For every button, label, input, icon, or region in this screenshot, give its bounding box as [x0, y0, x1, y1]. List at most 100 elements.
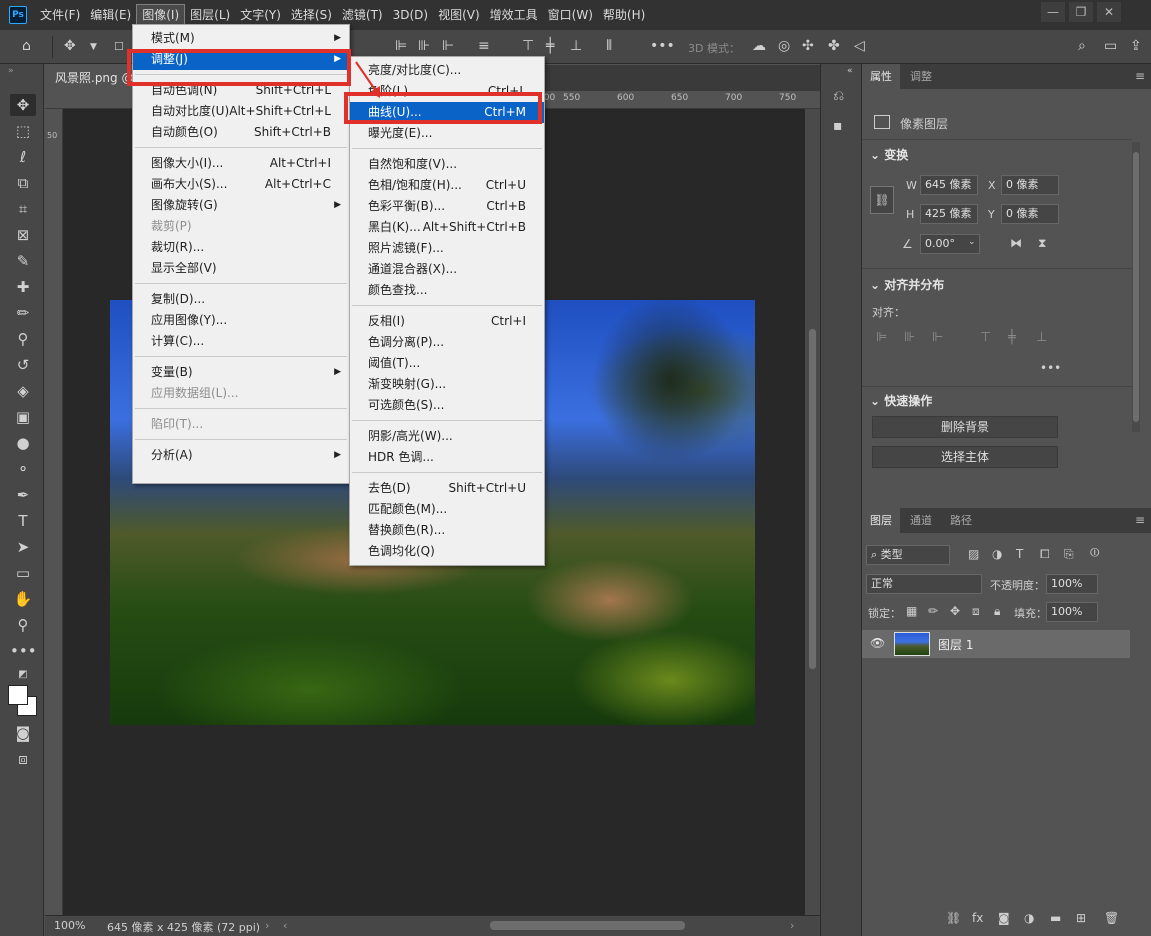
auto-select-checkbox-icon[interactable]: ☐ — [114, 40, 124, 53]
transform-section-title[interactable]: ⌄ 变换 — [870, 146, 908, 163]
adjust-menu-item[interactable]: 照片滤镜(F)... — [350, 238, 544, 259]
menu-edit[interactable]: 编辑(E) — [85, 4, 136, 26]
adjust-menu-item[interactable]: 阴影/高光(W)... — [350, 426, 544, 447]
adjust-menu-item[interactable]: 色彩平衡(B)... Ctrl+B — [350, 196, 544, 217]
filter-type-icon[interactable]: T — [1016, 547, 1023, 561]
distribute-vertical-icon[interactable]: ⦀ — [606, 38, 612, 54]
properties-scrollbar[interactable] — [1132, 142, 1140, 432]
image-menu-item[interactable]: 图像旋转(G) ▶ — [133, 195, 349, 216]
align-center-icon[interactable]: ⊪ — [418, 38, 430, 54]
tab-layers[interactable]: 图层 — [862, 508, 900, 533]
image-menu-item[interactable]: 模式(M) ▶ — [133, 28, 349, 49]
filter-pixel-icon[interactable]: ▨ — [968, 547, 979, 561]
image-menu-item[interactable]: 显示全部(V) — [133, 258, 349, 279]
flip-horizontal-icon[interactable]: ⧓ — [1010, 236, 1022, 250]
more-options-icon[interactable]: ••• — [650, 38, 675, 54]
minimize-icon[interactable]: — — [1041, 2, 1065, 22]
chevron-down-icon[interactable]: ⌄ — [968, 237, 976, 247]
image-menu-item[interactable]: 复制(D)... — [133, 289, 349, 310]
adjust-menu-item[interactable]: 渐变映射(G)... — [350, 374, 544, 395]
blur-tool-icon[interactable]: ● — [10, 432, 36, 454]
lasso-tool-icon[interactable]: ℓ — [10, 146, 36, 168]
default-colors-icon[interactable]: ◩ — [10, 664, 36, 686]
select-subject-button[interactable]: 选择主体 — [872, 446, 1058, 468]
close-icon[interactable]: ✕ — [1097, 2, 1121, 22]
x-input[interactable]: 0 像素 — [1001, 175, 1059, 195]
vertical-scrollbar[interactable] — [805, 109, 820, 915]
align-left-icon[interactable]: ⊫ — [876, 330, 887, 345]
hand-tool-icon[interactable]: ✋ — [10, 588, 36, 610]
image-menu-item[interactable]: 分析(A) ▶ — [133, 445, 349, 466]
menu-filter[interactable]: 滤镜(T) — [337, 4, 388, 26]
lock-artboard-icon[interactable]: ⧈ — [972, 604, 980, 619]
3d-pan-icon[interactable]: ✣ — [802, 38, 814, 54]
link-icon[interactable]: ⛓ — [870, 186, 894, 214]
align-middle-icon[interactable]: ╪ — [546, 38, 554, 54]
visibility-eye-icon[interactable]: 👁︎ — [870, 636, 885, 650]
align-bottom-icon[interactable]: ⊥ — [1036, 330, 1047, 345]
eraser-tool-icon[interactable]: ◈ — [10, 380, 36, 402]
layer-row[interactable]: 👁︎ 图层 1 — [862, 630, 1130, 658]
edit-toolbar-icon[interactable]: ••• — [10, 640, 37, 662]
image-menu-item[interactable]: 自动对比度(U) Alt+Shift+Ctrl+L — [133, 101, 349, 122]
maximize-icon[interactable]: ❐ — [1069, 2, 1093, 22]
path-select-tool-icon[interactable]: ➤ — [10, 536, 36, 558]
image-menu-item[interactable]: 应用图像(Y)... — [133, 310, 349, 331]
align-top-icon[interactable]: ⊤ — [522, 38, 534, 54]
adjust-menu-item[interactable]: 替换颜色(R)... — [350, 520, 544, 541]
new-group-icon[interactable]: ▬ — [1050, 911, 1061, 925]
adjust-menu-item[interactable]: 自然饱和度(V)... — [350, 154, 544, 175]
brush-tool-icon[interactable]: ✏ — [10, 302, 36, 324]
image-menu-item[interactable]: 画布大小(S)... Alt+Ctrl+C — [133, 174, 349, 195]
move-tool-icon[interactable]: ✥ — [64, 38, 76, 54]
chevron-down-icon[interactable]: ▼ — [90, 42, 97, 52]
tab-properties[interactable]: 属性 — [862, 64, 900, 89]
filter-adjustment-icon[interactable]: ◑ — [992, 547, 1002, 561]
height-input[interactable]: 425 像素 — [920, 204, 978, 224]
new-layer-icon[interactable]: ⊞ — [1076, 911, 1086, 925]
adjust-menu-item[interactable]: HDR 色调... — [350, 447, 544, 468]
align-left-icon[interactable]: ⊫ — [395, 38, 407, 54]
vertical-scroll-thumb[interactable] — [809, 329, 816, 669]
healing-brush-tool-icon[interactable]: ✚ — [10, 276, 36, 298]
align-right-icon[interactable]: ⊩ — [442, 38, 454, 54]
adjust-menu-item[interactable]: 曝光度(E)... — [350, 123, 544, 144]
menu-view[interactable]: 视图(V) — [433, 4, 485, 26]
adjust-menu-item[interactable]: 色调均化(Q) — [350, 541, 544, 562]
align-middle-icon[interactable]: ╪ — [1008, 330, 1016, 345]
more-align-options-icon[interactable]: ••• — [1040, 361, 1061, 375]
zoom-tool-icon[interactable]: ⚲ — [10, 614, 36, 636]
object-select-tool-icon[interactable]: ⧉ — [10, 172, 36, 194]
type-tool-icon[interactable]: T — [10, 510, 36, 532]
share-icon[interactable]: ⇪ — [1130, 38, 1142, 54]
fill-input[interactable]: 100% — [1046, 602, 1098, 622]
opacity-input[interactable]: 100% — [1046, 574, 1098, 594]
adjust-menu-item[interactable]: 去色(D) Shift+Ctrl+U — [350, 478, 544, 499]
history-panel-icon[interactable]: ⎌ — [833, 88, 844, 104]
image-menu-item[interactable]: 变量(B) ▶ — [133, 362, 349, 383]
align-section-title[interactable]: ⌄ 对齐并分布 — [870, 276, 944, 293]
adjust-menu-item[interactable]: 可选颜色(S)... — [350, 395, 544, 416]
collapse-toolbar-icon[interactable]: » — [8, 66, 14, 76]
filter-shape-icon[interactable]: ⧠ — [1040, 547, 1050, 562]
history-brush-tool-icon[interactable]: ↺ — [10, 354, 36, 376]
image-menu-item[interactable]: 自动颜色(O) Shift+Ctrl+B — [133, 122, 349, 143]
marquee-tool-icon[interactable]: ⬚ — [10, 120, 36, 142]
menu-select[interactable]: 选择(S) — [286, 4, 337, 26]
remove-background-button[interactable]: 删除背景 — [872, 416, 1058, 438]
home-icon[interactable]: ⌂ — [22, 38, 31, 54]
foreground-color-swatch[interactable] — [8, 685, 28, 705]
menu-window[interactable]: 窗口(W) — [543, 4, 598, 26]
adjust-menu-item[interactable]: 通道混合器(X)... — [350, 259, 544, 280]
menu-layer[interactable]: 图层(L) — [185, 4, 235, 26]
collapse-panels-icon[interactable]: « — [847, 66, 853, 76]
align-right-icon[interactable]: ⊩ — [932, 330, 943, 345]
dodge-tool-icon[interactable]: ⚬ — [10, 458, 36, 480]
move-tool-icon[interactable]: ✥ — [10, 94, 36, 116]
screen-mode-icon[interactable]: ⧈ — [10, 748, 36, 770]
tab-adjustments[interactable]: 调整 — [902, 64, 940, 89]
quick-mask-icon[interactable]: ◙ — [10, 722, 36, 744]
layer-filter-select[interactable]: ⌕ 类型 — [866, 545, 950, 565]
properties-scroll-thumb[interactable] — [1133, 152, 1139, 422]
distribute-icon[interactable]: ≡ — [478, 38, 490, 54]
